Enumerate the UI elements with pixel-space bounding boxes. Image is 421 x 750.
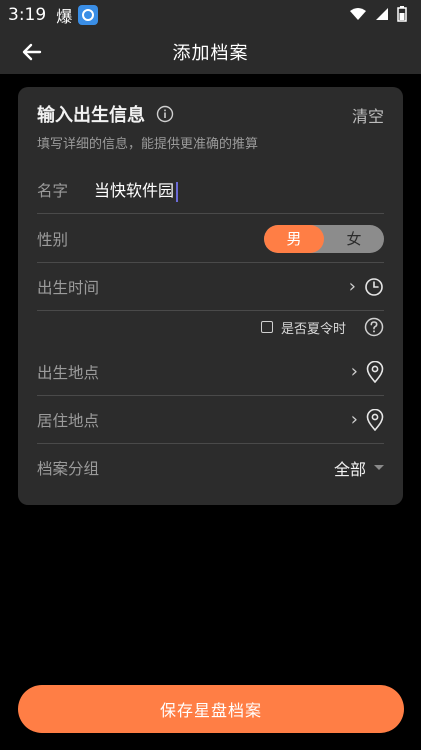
dst-label: 是否夏令时 bbox=[280, 321, 346, 337]
dropdown-arrow-icon bbox=[374, 465, 384, 470]
gender-row: 性别 男 女 bbox=[37, 215, 384, 263]
residence-row[interactable]: 居住地点 › bbox=[37, 396, 384, 444]
chevron-right-icon: › bbox=[350, 409, 358, 430]
card-title: 输入出生信息 bbox=[37, 105, 145, 126]
chevron-right-icon: › bbox=[348, 276, 356, 297]
birth-info-card: 输入出生信息 清空 填写详细的信息，能提供更准确的推算 名字 当快软件园 性别 … bbox=[18, 87, 403, 505]
location-pin-icon[interactable] bbox=[366, 408, 384, 431]
name-value: 当快软件园 bbox=[94, 181, 175, 201]
chevron-right-icon: › bbox=[350, 361, 358, 382]
back-arrow-icon[interactable] bbox=[20, 40, 44, 64]
dst-option: 是否夏令时 bbox=[260, 317, 384, 337]
text-cursor bbox=[176, 181, 179, 202]
save-button[interactable]: 保存星盘档案 bbox=[18, 685, 404, 733]
gender-toggle[interactable]: 男 女 bbox=[264, 224, 384, 253]
group-label: 档案分组 bbox=[37, 459, 100, 478]
residence-label: 居住地点 bbox=[37, 411, 100, 430]
name-input[interactable]: 当快软件园 bbox=[94, 177, 179, 202]
wifi-icon bbox=[350, 8, 366, 20]
birth-place-row[interactable]: 出生地点 › bbox=[37, 348, 384, 396]
card-subtitle: 填写详细的信息，能提供更准确的推算 bbox=[37, 137, 259, 152]
status-time: 3:19 bbox=[8, 5, 47, 25]
birth-place-label: 出生地点 bbox=[37, 363, 100, 382]
group-row[interactable]: 档案分组 全部 bbox=[37, 444, 384, 491]
birth-time-label: 出生时间 bbox=[37, 278, 100, 297]
clock-icon[interactable] bbox=[364, 277, 384, 297]
signal-icon bbox=[376, 8, 388, 20]
card-header: 输入出生信息 清空 填写详细的信息，能提供更准确的推算 bbox=[37, 101, 384, 152]
top-nav-bar: 添加档案 bbox=[0, 30, 421, 74]
page-title: 添加档案 bbox=[172, 43, 249, 64]
birth-time-row[interactable]: 出生时间 › bbox=[37, 263, 384, 311]
help-icon[interactable] bbox=[364, 317, 384, 337]
info-icon[interactable] bbox=[156, 105, 174, 123]
group-select[interactable]: 全部 bbox=[334, 456, 366, 480]
gender-female-option[interactable]: 女 bbox=[324, 225, 384, 253]
name-row: 名字 当快软件园 bbox=[37, 166, 384, 214]
status-bar: 3:19 爆 bbox=[0, 0, 421, 30]
battery-icon bbox=[397, 6, 407, 22]
app-notification-icon bbox=[78, 5, 99, 25]
gender-male-option[interactable]: 男 bbox=[264, 224, 324, 253]
status-text: 爆 bbox=[56, 7, 73, 26]
location-pin-icon[interactable] bbox=[366, 360, 384, 383]
dst-checkbox[interactable] bbox=[260, 321, 273, 333]
name-label: 名字 bbox=[37, 181, 69, 200]
gender-label: 性别 bbox=[37, 230, 69, 249]
clear-button[interactable]: 清空 bbox=[352, 103, 384, 127]
